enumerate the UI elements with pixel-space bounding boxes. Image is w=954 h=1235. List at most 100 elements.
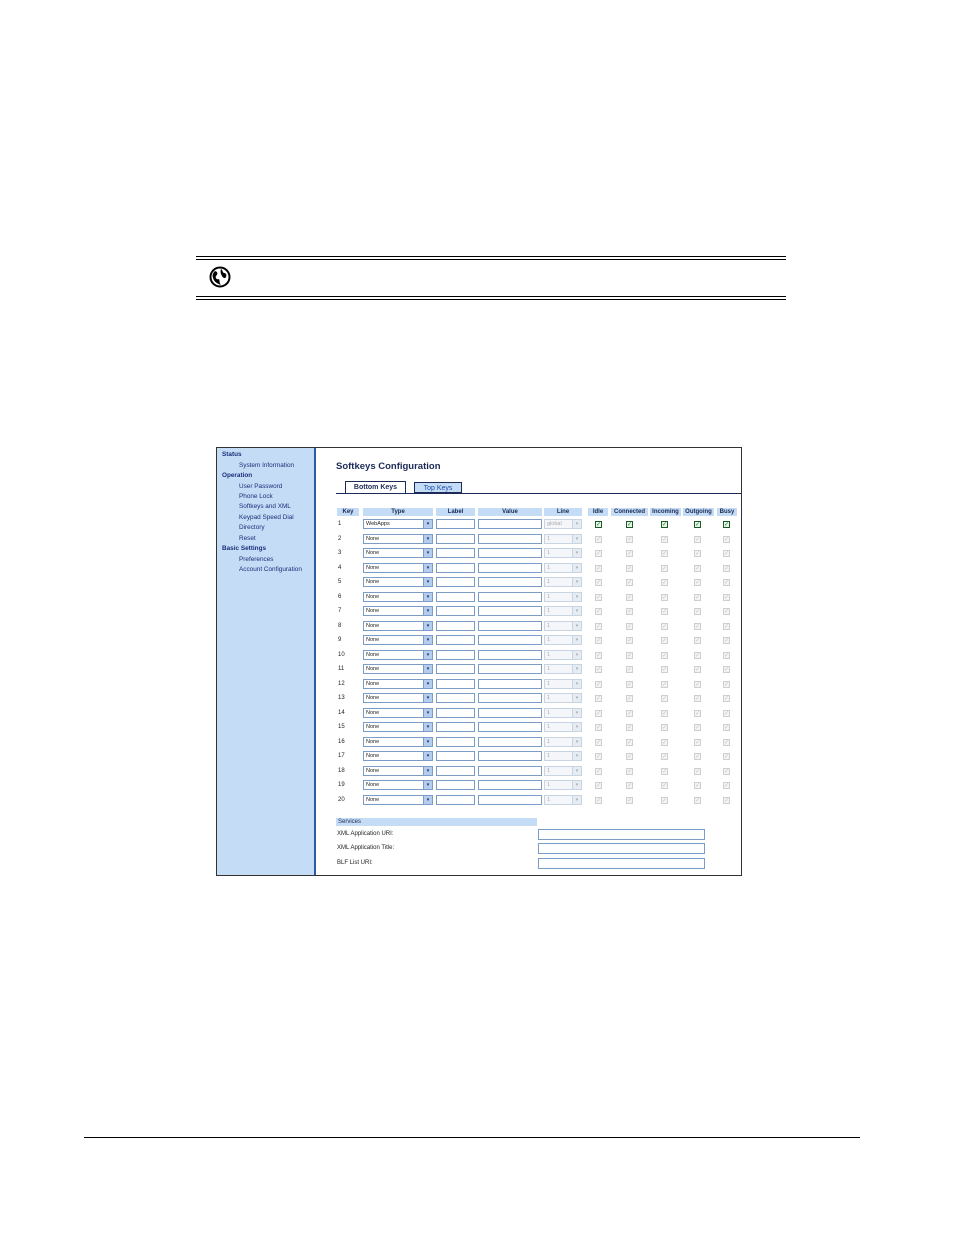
line-select[interactable]: 1 ▾ bbox=[544, 591, 582, 602]
value-input[interactable] bbox=[478, 765, 542, 776]
label-input[interactable] bbox=[436, 591, 475, 602]
label-input[interactable] bbox=[436, 693, 475, 703]
type-select[interactable]: None ▾ bbox=[363, 765, 433, 776]
label-input[interactable] bbox=[436, 635, 475, 645]
line-select[interactable]: 1 ▾ bbox=[544, 794, 582, 805]
label-input[interactable] bbox=[436, 780, 475, 790]
label-input[interactable] bbox=[436, 678, 475, 689]
value-input[interactable] bbox=[478, 678, 542, 689]
type-select[interactable]: None ▾ bbox=[363, 620, 433, 631]
label-input[interactable] bbox=[436, 562, 475, 573]
label-input[interactable] bbox=[436, 548, 475, 558]
label-input[interactable] bbox=[436, 577, 475, 587]
label-input[interactable] bbox=[436, 620, 475, 631]
line-select[interactable]: 1 ▾ bbox=[544, 649, 582, 660]
type-select[interactable]: None ▾ bbox=[363, 678, 433, 689]
sidebar-item[interactable]: Phone Lock bbox=[239, 493, 273, 500]
label-input[interactable] bbox=[436, 765, 475, 776]
chevron-down-icon[interactable]: ▾ bbox=[423, 723, 432, 731]
value-input[interactable] bbox=[478, 693, 542, 703]
chevron-down-icon[interactable]: ▾ bbox=[423, 708, 432, 717]
type-select[interactable]: None ▾ bbox=[363, 533, 433, 544]
sidebar-heading[interactable]: Status bbox=[222, 451, 242, 458]
type-select[interactable]: None ▾ bbox=[363, 606, 433, 616]
type-select[interactable]: None ▾ bbox=[363, 649, 433, 660]
chevron-down-icon[interactable]: ▾ bbox=[423, 563, 432, 572]
sidebar-item[interactable]: System Information bbox=[239, 462, 294, 469]
type-select[interactable]: None ▾ bbox=[363, 562, 433, 573]
type-select[interactable]: None ▾ bbox=[363, 722, 433, 732]
value-input[interactable] bbox=[478, 664, 542, 674]
label-input[interactable] bbox=[436, 707, 475, 718]
value-input[interactable] bbox=[478, 606, 542, 616]
type-select[interactable]: None ▾ bbox=[363, 577, 433, 587]
sidebar-item[interactable]: Reset bbox=[239, 535, 256, 542]
sidebar-item[interactable]: Keypad Speed Dial bbox=[239, 514, 294, 521]
chevron-down-icon[interactable]: ▾ bbox=[423, 520, 432, 528]
label-input[interactable] bbox=[436, 664, 475, 674]
line-select[interactable]: 1 ▾ bbox=[544, 693, 582, 703]
label-input[interactable] bbox=[436, 519, 475, 529]
xml-app-uri-input[interactable] bbox=[538, 829, 705, 840]
sidebar-item[interactable]: Account Configuration bbox=[239, 566, 302, 573]
value-input[interactable] bbox=[478, 562, 542, 573]
tab-top-keys[interactable]: Top Keys bbox=[414, 482, 462, 493]
type-select[interactable]: None ▾ bbox=[363, 548, 433, 558]
chevron-down-icon[interactable]: ▾ bbox=[423, 650, 432, 659]
type-select[interactable]: None ▾ bbox=[363, 707, 433, 718]
chevron-down-icon[interactable]: ▾ bbox=[423, 665, 432, 673]
chevron-down-icon[interactable]: ▾ bbox=[423, 636, 432, 644]
line-select[interactable]: 1 ▾ bbox=[544, 765, 582, 776]
type-select[interactable]: None ▾ bbox=[363, 794, 433, 805]
line-select[interactable]: 1 ▾ bbox=[544, 620, 582, 631]
line-select[interactable]: 1 ▾ bbox=[544, 606, 582, 616]
label-input[interactable] bbox=[436, 533, 475, 544]
chevron-down-icon[interactable]: ▾ bbox=[423, 607, 432, 615]
line-select[interactable]: 1 ▾ bbox=[544, 678, 582, 689]
line-select[interactable]: 1 ▾ bbox=[544, 736, 582, 747]
chevron-down-icon[interactable]: ▾ bbox=[423, 752, 432, 760]
chevron-down-icon[interactable]: ▾ bbox=[423, 578, 432, 586]
busy-checkbox[interactable]: ✓ bbox=[723, 521, 730, 528]
line-select[interactable]: global ▾ bbox=[544, 519, 582, 529]
label-input[interactable] bbox=[436, 606, 475, 616]
chevron-down-icon[interactable]: ▾ bbox=[423, 766, 432, 775]
type-select[interactable]: None ▾ bbox=[363, 693, 433, 703]
chevron-down-icon[interactable]: ▾ bbox=[423, 592, 432, 601]
line-select[interactable]: 1 ▾ bbox=[544, 533, 582, 544]
chevron-down-icon[interactable]: ▾ bbox=[423, 795, 432, 804]
label-input[interactable] bbox=[436, 751, 475, 761]
chevron-down-icon[interactable]: ▾ bbox=[423, 781, 432, 789]
type-select[interactable]: None ▾ bbox=[363, 635, 433, 645]
label-input[interactable] bbox=[436, 794, 475, 805]
value-input[interactable] bbox=[478, 751, 542, 761]
chevron-down-icon[interactable]: ▾ bbox=[423, 737, 432, 746]
type-select[interactable]: None ▾ bbox=[363, 591, 433, 602]
connected-checkbox[interactable]: ✓ bbox=[626, 521, 633, 528]
sidebar-item[interactable]: User Password bbox=[239, 483, 282, 490]
type-select[interactable]: WebApps ▾ bbox=[363, 519, 433, 529]
outgoing-checkbox[interactable]: ✓ bbox=[694, 521, 701, 528]
sidebar-item[interactable]: Preferences bbox=[239, 556, 273, 563]
label-input[interactable] bbox=[436, 649, 475, 660]
value-input[interactable] bbox=[478, 533, 542, 544]
value-input[interactable] bbox=[478, 649, 542, 660]
type-select[interactable]: None ▾ bbox=[363, 664, 433, 674]
idle-checkbox[interactable]: ✓ bbox=[595, 521, 602, 528]
value-input[interactable] bbox=[478, 577, 542, 587]
chevron-down-icon[interactable]: ▾ bbox=[423, 694, 432, 702]
xml-app-title-input[interactable] bbox=[538, 843, 705, 854]
sidebar-heading[interactable]: Basic Settings bbox=[222, 545, 266, 552]
value-input[interactable] bbox=[478, 591, 542, 602]
value-input[interactable] bbox=[478, 635, 542, 645]
line-select[interactable]: 1 ▾ bbox=[544, 780, 582, 790]
line-select[interactable]: 1 ▾ bbox=[544, 722, 582, 732]
sidebar-heading[interactable]: Operation bbox=[222, 472, 252, 479]
incoming-checkbox[interactable]: ✓ bbox=[661, 521, 668, 528]
label-input[interactable] bbox=[436, 722, 475, 732]
chevron-down-icon[interactable]: ▾ bbox=[423, 549, 432, 557]
value-input[interactable] bbox=[478, 736, 542, 747]
sidebar-item[interactable]: Directory bbox=[239, 524, 265, 531]
line-select[interactable]: 1 ▾ bbox=[544, 664, 582, 674]
line-select[interactable]: 1 ▾ bbox=[544, 562, 582, 573]
